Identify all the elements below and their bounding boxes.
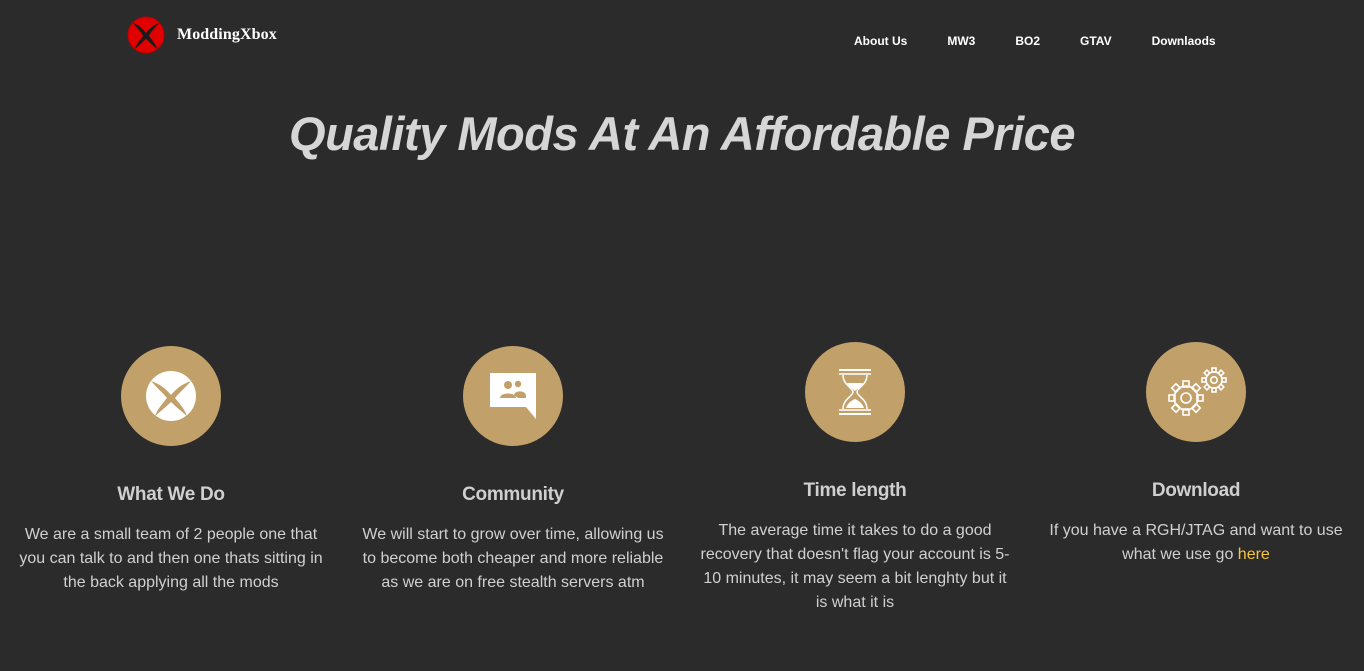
nav-gtav[interactable]: GTAV bbox=[1080, 34, 1112, 48]
feature-time-length: Time length The average time it takes to… bbox=[695, 342, 1015, 615]
brand-home-link[interactable]: ModdingXbox bbox=[127, 16, 277, 54]
feature-icon-circle bbox=[121, 346, 221, 446]
main-nav: About Us MW3 BO2 GTAV Downlaods bbox=[854, 33, 1216, 49]
xbox-logo-icon bbox=[127, 16, 165, 54]
feature-title: Download bbox=[1151, 480, 1241, 501]
feature-text: The average time it takes to do a good r… bbox=[700, 522, 1010, 611]
nav-downloads[interactable]: Downlaods bbox=[1152, 34, 1216, 48]
gears-icon bbox=[1168, 367, 1227, 416]
hero-title: Quality Mods At An Affordable Price bbox=[289, 107, 1075, 160]
feature-title: Community bbox=[462, 484, 564, 505]
feature-icon-circle bbox=[805, 342, 905, 442]
hourglass-icon bbox=[839, 369, 871, 415]
feature-title: What We Do bbox=[117, 484, 225, 505]
feature-title: Time length bbox=[803, 480, 907, 501]
brand-name: ModdingXbox bbox=[177, 26, 277, 43]
feature-what-we-do: What We Do We are a small team of 2 peop… bbox=[11, 346, 331, 595]
xbox-icon bbox=[146, 371, 196, 421]
chat-people-icon bbox=[490, 373, 536, 419]
nav-bo2[interactable]: BO2 bbox=[1015, 34, 1040, 48]
feature-icon-circle bbox=[463, 346, 563, 446]
feature-icon-circle bbox=[1146, 342, 1246, 442]
feature-download: Download If you have a RGH/JTAG and want… bbox=[1036, 342, 1356, 567]
feature-community: Community We will start to grow over tim… bbox=[353, 346, 673, 595]
feature-text: If you have a RGH/JTAG and want to use w… bbox=[1040, 519, 1352, 567]
download-here-link[interactable]: here bbox=[1238, 546, 1270, 563]
feature-text: We are a small team of 2 people one that… bbox=[19, 526, 323, 591]
feature-text: We will start to grow over time, allowin… bbox=[362, 526, 664, 591]
nav-mw3[interactable]: MW3 bbox=[947, 34, 975, 48]
nav-about-us[interactable]: About Us bbox=[854, 34, 907, 48]
feature-text-body: If you have a RGH/JTAG and want to use w… bbox=[1049, 522, 1343, 563]
